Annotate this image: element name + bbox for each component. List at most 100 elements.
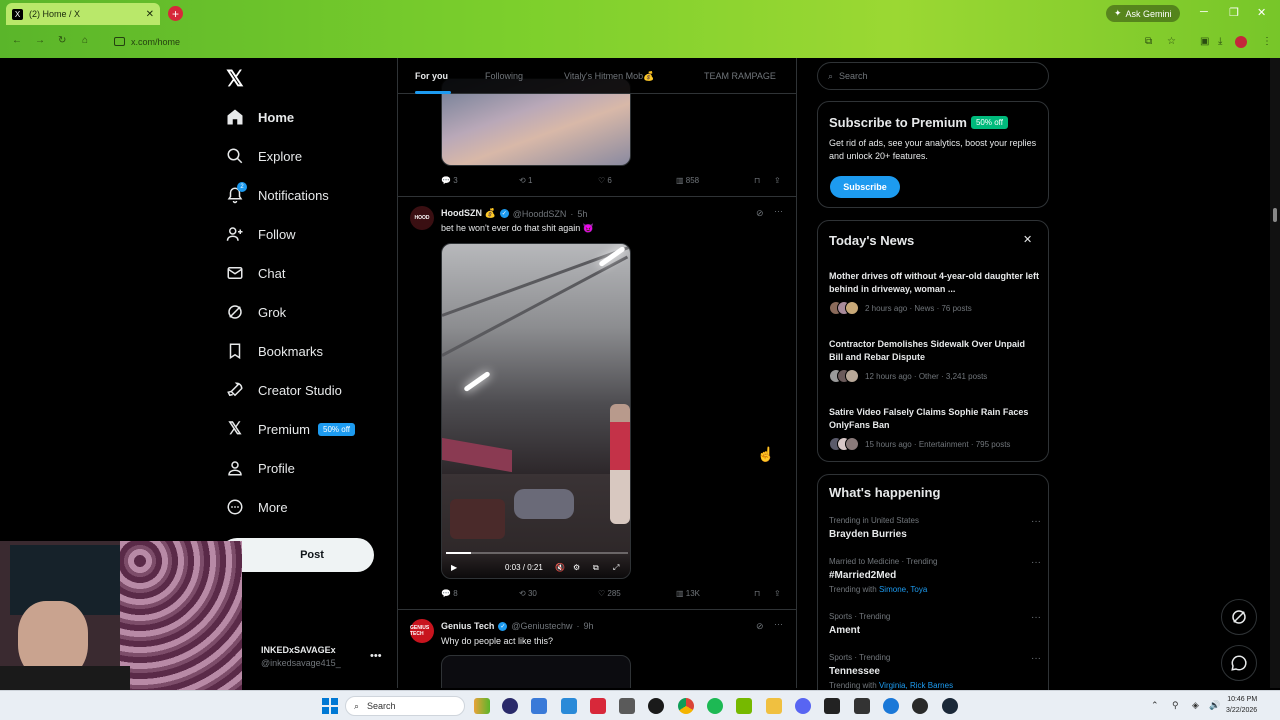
video-progress-bar[interactable] [446,552,628,554]
settings-icon[interactable]: ⚙ [573,563,580,572]
trend-item[interactable]: Trending in United States Brayden Burrie… [829,516,1041,540]
new-tab-button[interactable]: + [168,6,183,21]
post-author-name[interactable]: Genius Tech [441,621,494,631]
minimize-icon[interactable]: ─ [1200,6,1208,18]
post-time[interactable]: 9h [584,621,594,631]
taskbar-search[interactable]: ⌕ Search [345,696,465,716]
tab-team-rampage[interactable]: TEAM RAMPAGE [704,71,776,81]
nav-follow[interactable]: Follow [226,219,296,249]
taskbar-clock[interactable]: 10:46 PM 3/22/2026 [1226,694,1257,716]
like-button[interactable]: ♡ 285 [598,589,621,598]
volume-icon[interactable]: 🔊 [1209,700,1220,711]
app-icon[interactable] [590,698,606,714]
post-button[interactable]: Post [220,538,374,572]
reply-button[interactable]: 💬 8 [441,589,458,598]
install-icon[interactable]: ⧉ [1145,36,1152,47]
nav-more[interactable]: More [226,492,288,522]
avatar[interactable]: HOOD [410,206,434,230]
close-icon[interactable]: ✕ [1023,233,1032,246]
star-icon[interactable]: ☆ [1167,36,1176,47]
nav-home[interactable]: Home [226,102,294,132]
tab-for-you[interactable]: For you [415,71,448,81]
tab-vitalys-hitmen-mob[interactable]: Vitaly's Hitmen Mob💰 [564,71,654,82]
post-author-handle[interactable]: @Geniustechw [511,621,572,631]
news-item[interactable]: Satire Video Falsely Claims Sophie Rain … [829,406,1041,451]
reply-button[interactable]: 💬 3 [441,176,458,185]
repost-button[interactable]: ⟲ 1 [519,176,532,185]
post-more-icon[interactable]: ··· [774,206,783,216]
steam-icon[interactable] [942,698,958,714]
share-icon[interactable]: ⇪ [774,176,781,185]
app-icon[interactable] [619,698,635,714]
app-icon[interactable] [912,698,928,714]
close-tab-icon[interactable]: ✕ [146,9,154,20]
account-more-icon[interactable]: ••• [370,650,382,662]
url-bar[interactable]: x.com/home [106,33,1146,50]
folder-icon[interactable] [766,698,782,714]
post-media[interactable] [441,655,631,688]
fullscreen-icon[interactable]: ⤢ [613,563,619,573]
trend-more-icon[interactable]: ··· [1031,557,1041,568]
avatar[interactable]: GENIUS TECH [410,619,434,643]
obs-icon[interactable] [648,698,664,714]
news-item[interactable]: Mother drives off without 4-year-old dau… [829,270,1041,315]
post-time[interactable]: 5h [577,209,587,219]
views-button[interactable]: ▥ 858 [676,176,699,185]
post-author-handle[interactable]: @HooddSZN [513,209,567,219]
chrome-icon[interactable] [678,698,694,714]
nav-creator-studio[interactable]: Creator Studio [226,375,342,405]
page-scrollbar[interactable] [1270,58,1280,688]
forward-icon[interactable]: → [35,35,45,46]
post-author-name[interactable]: HoodSZN 💰 [441,208,496,219]
post-video[interactable]: ▶ 0:03 / 0:21 🔇 ⚙ ⧉ ⤢ [441,243,631,579]
back-icon[interactable]: ← [12,35,22,46]
app-icon[interactable] [854,698,870,714]
tray-icon[interactable]: ⚲ [1172,700,1179,711]
menu-kebab-icon[interactable]: ⋮ [1262,36,1272,47]
editor-icon[interactable] [561,698,577,714]
trend-item[interactable]: Married to Medicine · Trending #Married2… [829,557,1041,594]
messages-fab-button[interactable] [1221,645,1257,681]
trend-more-icon[interactable]: ··· [1031,612,1041,623]
tray-chevron-icon[interactable]: ⌃ [1151,700,1159,711]
calculator-icon[interactable] [531,698,547,714]
trend-more-icon[interactable]: ··· [1031,516,1041,527]
trend-more-icon[interactable]: ··· [1031,653,1041,664]
repost-button[interactable]: ⟲ 30 [519,589,537,598]
profile-avatar-icon[interactable] [1235,36,1247,48]
trend-item[interactable]: Sports · Trending Tennessee Trending wit… [829,653,1041,690]
tab-following[interactable]: Following [485,71,523,81]
search-input[interactable]: ⌕ Search [817,62,1049,90]
grok-post-icon[interactable]: ⊘ [756,621,764,632]
discord-icon[interactable] [795,698,811,714]
spotify-icon[interactable] [707,698,723,714]
trend-with-names[interactable]: Virginia, Rick Barnes [879,681,953,690]
site-info-icon[interactable] [114,37,125,46]
x-logo-icon[interactable]: 𝕏 [226,66,244,92]
pip-icon[interactable]: ⧉ [593,563,599,573]
browser-tab[interactable]: X (2) Home / X ✕ [6,3,160,25]
close-window-icon[interactable]: ✕ [1257,6,1266,19]
tray-icon[interactable]: ◈ [1192,700,1199,711]
trend-item[interactable]: Sports · Trending Ament ··· [829,612,1041,636]
home-browser-icon[interactable]: ⌂ [82,35,88,46]
account-switcher[interactable]: INKEDxSAVAGEx @inkedsavage415_ [261,645,341,668]
app-icon[interactable] [502,698,518,714]
nav-chat[interactable]: Chat [226,258,285,288]
mute-icon[interactable]: 🔇 [555,563,565,572]
post-more-icon[interactable]: ··· [774,619,783,629]
ask-gemini-button[interactable]: ✦ Ask Gemini [1106,5,1180,22]
nav-notifications[interactable]: 2 Notifications [226,180,329,210]
windows-start-icon[interactable] [322,698,338,714]
views-button[interactable]: ▥ 13K [676,589,700,598]
epic-games-icon[interactable] [824,698,840,714]
grok-post-icon[interactable]: ⊘ [756,208,764,219]
nav-premium[interactable]: 𝕏 Premium 50% off [226,414,355,444]
nav-explore[interactable]: Explore [226,141,302,171]
nav-grok[interactable]: Grok [226,297,286,327]
play-icon[interactable]: ▶ [451,563,457,572]
grok-fab-button[interactable] [1221,599,1257,635]
nav-bookmarks[interactable]: Bookmarks [226,336,323,366]
reload-icon[interactable]: ↻ [58,35,66,46]
app-icon[interactable] [883,698,899,714]
